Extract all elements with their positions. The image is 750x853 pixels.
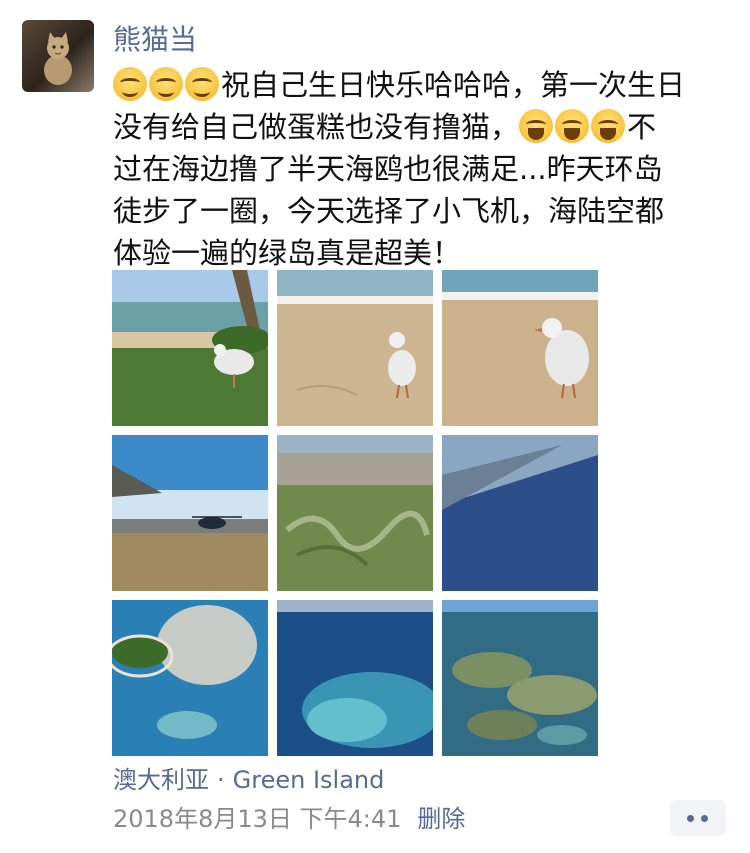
- more-actions-button[interactable]: [670, 800, 726, 836]
- smiling-face-icon: [185, 67, 219, 101]
- photo-aerial-sea[interactable]: [442, 435, 598, 591]
- smiling-face-icon: [113, 67, 147, 101]
- post-text-line: 不: [627, 110, 657, 144]
- more-dots-icon: [701, 815, 708, 822]
- post-text-line: 没有给自己做蛋糕也没有撸猫，: [113, 110, 520, 144]
- tears-of-joy-icon: [519, 109, 554, 143]
- photo-reef-close[interactable]: [442, 600, 598, 756]
- author-name[interactable]: 熊猫当: [113, 20, 197, 60]
- photo-grid: [112, 270, 598, 756]
- photo-seagull-beach[interactable]: [277, 270, 433, 426]
- avatar[interactable]: [22, 20, 94, 92]
- photo-aerial-river[interactable]: [277, 435, 433, 591]
- post-text-line: 徒步了一圈，今天选择了小飞机，海陆空都: [113, 194, 665, 228]
- location-place: Green Island: [232, 766, 385, 794]
- timestamp: 2018年8月13日 下午4:41: [113, 805, 402, 833]
- post-text-line: 祝自己生日快乐哈哈哈，第一次生日: [221, 68, 686, 102]
- tears-of-joy-icon: [555, 109, 590, 143]
- photo-island-reef[interactable]: [112, 600, 268, 756]
- post-text-line: 体验一遍的绿岛真是超美！: [113, 236, 462, 270]
- cat-avatar-image: [44, 32, 72, 85]
- photo-seagull-palm[interactable]: [112, 270, 268, 426]
- more-dots-icon: [687, 815, 694, 822]
- post-text-line: 过在海边撸了半天海鸥也很满足...昨天环岛: [113, 152, 663, 186]
- location-link[interactable]: 澳大利亚 · Green Island: [113, 763, 384, 797]
- location-separator: ·: [217, 766, 225, 794]
- photo-helicopter[interactable]: [112, 435, 268, 591]
- post-text: 祝自己生日快乐哈哈哈，第一次生日 没有给自己做蛋糕也没有撸猫， 不 过在海边撸了半…: [113, 64, 725, 274]
- delete-button[interactable]: 删除: [417, 805, 465, 833]
- photo-seagull-close[interactable]: [442, 270, 598, 426]
- photo-reef-water[interactable]: [277, 600, 433, 756]
- smiling-face-icon: [149, 67, 183, 101]
- location-country: 澳大利亚: [113, 766, 209, 794]
- tears-of-joy-icon: [591, 109, 626, 143]
- post-meta: 2018年8月13日 下午4:41 删除: [113, 802, 465, 836]
